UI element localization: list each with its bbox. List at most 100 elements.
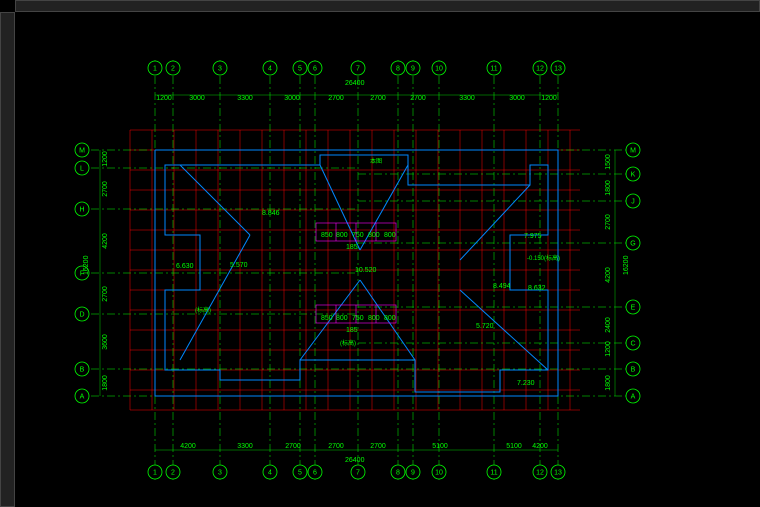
dim-bot: 2700	[285, 443, 301, 450]
dim-top: 3000	[509, 95, 525, 102]
annotation: -0.150(标高)	[527, 254, 560, 262]
dim-right: 1200	[605, 341, 612, 357]
dim-left: 1200	[102, 151, 109, 167]
dim-top: 3300	[237, 95, 253, 102]
dim-top: 3300	[459, 95, 475, 102]
total-height-left: 16200	[83, 255, 90, 275]
grid-col-6: 6	[313, 66, 317, 73]
dim-top: 1200	[156, 95, 172, 102]
grid-col-5: 5	[298, 66, 302, 73]
dim-top: 2700	[410, 95, 426, 102]
grid-col-2: 2	[171, 66, 175, 73]
grid-row-r-K: K	[631, 172, 636, 179]
dim-left: 3600	[102, 334, 109, 350]
dim-bot: 5100	[506, 443, 522, 450]
spot-dim: 10.520	[355, 267, 377, 274]
grid-col-1: 1	[153, 470, 157, 477]
spot-dim: 800	[368, 315, 380, 322]
spot-dim: 5.570	[230, 262, 248, 269]
grid-row-r-M: M	[630, 148, 636, 155]
grid-col-11: 11	[490, 470, 497, 477]
spot-dim: 850	[321, 315, 333, 322]
grid-col-10: 10	[435, 66, 443, 73]
spot-dim: 185	[346, 327, 358, 334]
grid-col-5: 5	[298, 470, 302, 477]
dim-top: 3000	[284, 95, 300, 102]
total-height-right: 16200	[623, 255, 630, 275]
grid-row-r-E: E	[631, 305, 636, 312]
grid-row-l-M: M	[79, 148, 85, 155]
spot-dim: 5.720	[476, 323, 494, 330]
grid-row-l-L: L	[80, 166, 84, 173]
dim-top: 3000	[189, 95, 205, 102]
grid-col-10: 10	[435, 470, 443, 477]
grid-col-13: 13	[554, 470, 562, 477]
dim-right: 1800	[605, 180, 612, 196]
grid-col-7: 7	[356, 470, 360, 477]
grid-col-4: 4	[268, 66, 272, 73]
dim-bot: 5100	[432, 443, 448, 450]
grid-row-r-J: J	[631, 199, 635, 206]
grid-col-9: 9	[411, 66, 415, 73]
dim-right: 2400	[605, 317, 612, 333]
grid-row-l-B: B	[80, 367, 85, 374]
grid-col-8: 8	[396, 470, 400, 477]
dim-left: 1800	[102, 375, 109, 391]
floor-plan-svg: 1200 3000 3300 3000 2700 2700 2700 3300 3000 1200…	[0, 0, 760, 507]
grid-col-9: 9	[411, 470, 415, 477]
total-width-bot: 26400	[345, 457, 365, 464]
grid-col-3: 3	[218, 66, 222, 73]
dim-top: 2700	[328, 95, 344, 102]
grid-row-r-G: G	[630, 241, 635, 248]
dim-left: 2700	[102, 181, 109, 197]
spot-dim: 800	[368, 232, 380, 239]
grid-col-4: 4	[268, 470, 272, 477]
dim-left: 2700	[102, 286, 109, 302]
spot-dim: 750	[352, 315, 364, 322]
grid-col-8: 8	[396, 66, 400, 73]
grid-row-l-D: D	[79, 312, 84, 319]
spot-dim: 800	[384, 232, 396, 239]
grid-col-12: 12	[536, 470, 544, 477]
spot-dim: 6.630	[176, 263, 194, 270]
grid-col-3: 3	[218, 470, 222, 477]
grid-row-r-C: C	[630, 341, 635, 348]
cad-drawing-viewport[interactable]: 1200 3000 3300 3000 2700 2700 2700 3300 3000 1200…	[0, 0, 760, 507]
grid-row-r-A: A	[631, 394, 636, 401]
grid-col-12: 12	[536, 66, 544, 73]
dim-bot: 4200	[532, 443, 548, 450]
spot-dim: 750	[352, 232, 364, 239]
annotation: 本图	[370, 157, 382, 165]
dim-left: 4200	[102, 233, 109, 249]
dim-right: 1500	[605, 154, 612, 170]
dim-right: 2700	[605, 214, 612, 230]
dim-bot: 4200	[180, 443, 196, 450]
dim-right: 1800	[605, 375, 612, 391]
grid-col-13: 13	[554, 66, 562, 73]
spot-dim: 8.494	[493, 283, 511, 290]
grid-col-1: 1	[153, 66, 157, 73]
grid-row-l-H: H	[79, 207, 84, 214]
dim-bot: 2700	[370, 443, 386, 450]
dim-bot: 2700	[328, 443, 344, 450]
dim-right: 4200	[605, 267, 612, 283]
spot-dim: 800	[384, 315, 396, 322]
spot-dim: 7.975	[524, 233, 542, 240]
grid-col-11: 11	[490, 66, 497, 73]
spot-dim: 850	[321, 232, 333, 239]
grid-col-6: 6	[313, 470, 317, 477]
spot-dim: 7.230	[517, 380, 535, 387]
grid-col-2: 2	[171, 470, 175, 477]
spot-dim: 185	[346, 244, 358, 251]
grid-col-7: 7	[356, 66, 360, 73]
annotation: (标高)	[195, 306, 211, 314]
grid-row-l-A: A	[80, 394, 85, 401]
spot-dim: 800	[336, 315, 348, 322]
dim-top: 2700	[370, 95, 386, 102]
spot-dim: 8.846	[262, 210, 280, 217]
dim-bot: 3300	[237, 443, 253, 450]
dim-top: 1200	[541, 95, 557, 102]
spot-dim: 800	[336, 232, 348, 239]
grid-row-r-B: B	[631, 367, 636, 374]
annotation: (标高)	[340, 339, 356, 347]
